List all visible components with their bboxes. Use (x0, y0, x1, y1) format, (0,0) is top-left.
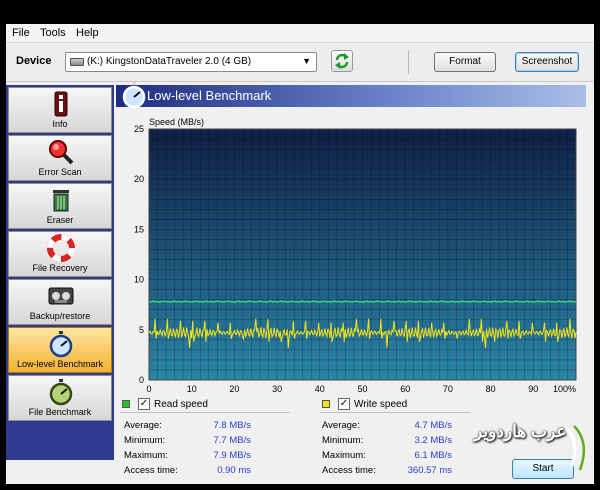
sidebar-item-label: Info (52, 119, 68, 129)
sidebar-item-file-recovery[interactable]: File Recovery (8, 231, 112, 277)
page-header: Low-level Benchmark (116, 82, 586, 109)
x-tick-label: 10 (187, 384, 197, 394)
write-speed-checkbox[interactable]: ✓ (338, 398, 350, 410)
sidebar-item-label: File Benchmark (28, 407, 92, 417)
benchmark-chart: Speed (MB/s) 0 5 10 15 20 25 0 10 20 30 40 50 60 70 8… (134, 117, 577, 394)
page-title: Low-level Benchmark (147, 88, 272, 103)
sidebar-item-label: Error Scan (38, 167, 82, 177)
write-legend-swatch (322, 400, 330, 408)
device-select[interactable]: (K:) KingstonDataTraveler 2.0 (4 GB) ▼ (65, 52, 317, 72)
read-maximum-value: 7.9 MB/s (213, 450, 252, 461)
sidebar: Info Error Scan Eraser File Recovery Bac… (6, 85, 114, 460)
write-access-value: 360.57 ms (407, 465, 452, 476)
trash-icon (53, 190, 69, 212)
write-average-label: Average: (322, 420, 360, 431)
sidebar-item-error-scan[interactable]: Error Scan (8, 135, 112, 181)
read-speed-label: Read speed (154, 399, 208, 410)
usb-drive-icon (70, 58, 84, 66)
sidebar-item-label: Eraser (46, 215, 74, 225)
y-tick-label: 10 (134, 275, 144, 285)
refresh-button[interactable] (331, 50, 353, 72)
magnifier-icon (49, 140, 74, 165)
sidebar-item-low-level-benchmark[interactable]: Low-level Benchmark (8, 327, 112, 373)
y-tick-label: 20 (134, 174, 144, 184)
watermark-logo: عرب هاردوير (468, 418, 594, 478)
device-label: Device (16, 55, 52, 67)
write-minimum-label: Minimum: (322, 435, 364, 446)
y-tick-label: 25 (134, 124, 144, 134)
sidebar-item-label: File Recovery (32, 263, 88, 273)
sidebar-item-info[interactable]: Info (8, 87, 112, 133)
lifebuoy-icon (47, 234, 75, 262)
sidebar-item-eraser[interactable]: Eraser (8, 183, 112, 229)
write-average-value: 4.7 MB/s (414, 420, 453, 431)
x-tick-label: 80 (486, 384, 496, 394)
write-access-label: Access time: (322, 465, 376, 476)
x-tick-label: 0 (146, 384, 151, 394)
x-tick-label: 100% (553, 384, 576, 394)
stopwatch-icon (122, 82, 146, 109)
sidebar-item-label: Backup/restore (29, 311, 91, 321)
x-tick-label: 90 (528, 384, 538, 394)
x-tick-label: 60 (400, 384, 410, 394)
read-access-label: Access time: (124, 465, 178, 476)
y-tick-label: 15 (134, 224, 144, 234)
format-button[interactable]: Format (434, 52, 496, 72)
chevron-down-icon: ▼ (302, 56, 311, 66)
device-toolbar: Device (K:) KingstonDataTraveler 2.0 (4 … (6, 44, 594, 82)
y-axis-label: Speed (MB/s) (149, 117, 204, 127)
read-minimum-value: 7.7 MB/s (213, 435, 252, 446)
toolbar-separator (408, 50, 409, 74)
read-average-label: Average: (124, 420, 162, 431)
sidebar-item-label: Low-level Benchmark (16, 359, 104, 369)
read-maximum-label: Maximum: (124, 450, 168, 461)
divider (320, 412, 470, 413)
device-value: (K:) KingstonDataTraveler 2.0 (4 GB) (87, 56, 252, 67)
read-minimum-label: Minimum: (124, 435, 166, 446)
menu-file[interactable]: File (12, 27, 30, 39)
y-tick-label: 0 (139, 375, 144, 385)
sidebar-item-file-benchmark[interactable]: File Benchmark (8, 375, 112, 421)
read-average-value: 7.8 MB/s (213, 420, 252, 431)
read-speed-checkbox[interactable]: ✓ (138, 398, 150, 410)
sidebar-item-backup-restore[interactable]: Backup/restore (8, 279, 112, 325)
x-tick-label: 50 (357, 384, 367, 394)
screenshot-button[interactable]: Screenshot (515, 52, 579, 72)
info-icon (54, 91, 68, 117)
refresh-icon (335, 53, 349, 69)
menu-help[interactable]: Help (76, 27, 99, 39)
tape-icon (48, 287, 74, 305)
read-legend-swatch (122, 400, 130, 408)
write-maximum-label: Maximum: (322, 450, 366, 461)
x-tick-label: 70 (443, 384, 453, 394)
write-maximum-value: 6.1 MB/s (414, 450, 453, 461)
x-tick-label: 40 (315, 384, 325, 394)
menu-tools[interactable]: Tools (40, 27, 66, 39)
x-tick-label: 30 (272, 384, 282, 394)
swoosh-icon (564, 425, 586, 471)
x-tick-label: 20 (229, 384, 239, 394)
read-access-value: 0.90 ms (217, 465, 251, 476)
write-minimum-value: 3.2 MB/s (414, 435, 453, 446)
write-speed-label: Write speed (354, 399, 408, 410)
y-tick-label: 5 (139, 325, 144, 335)
stopwatch-icon (49, 379, 73, 406)
stopwatch-icon (49, 331, 73, 358)
divider (120, 412, 290, 413)
menu-bar: File Tools Help (6, 24, 594, 43)
